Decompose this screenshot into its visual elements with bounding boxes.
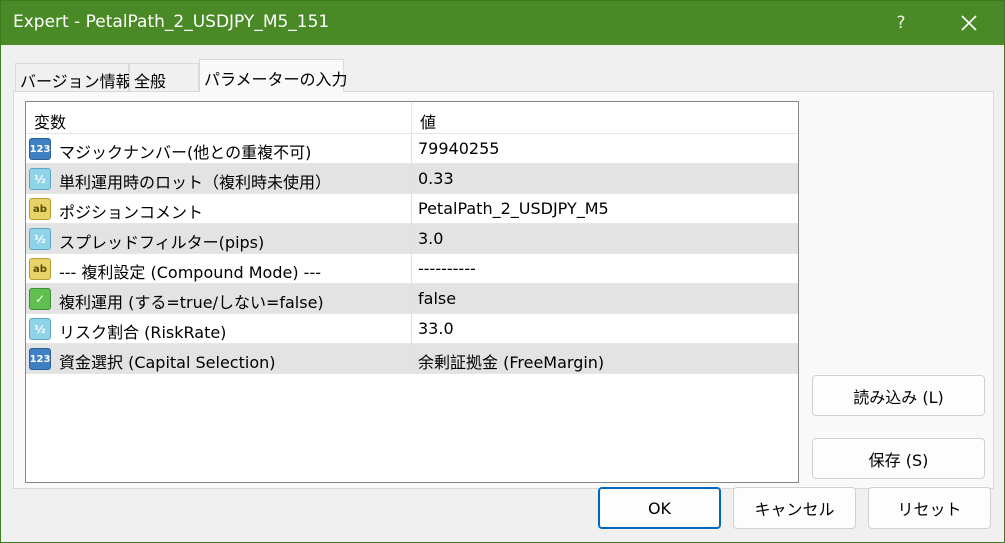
help-button[interactable]: ?	[881, 1, 921, 45]
parameter-value[interactable]: 79940255	[418, 139, 499, 158]
parameter-name: 複利運用 (する=true/しない=false)	[59, 293, 324, 312]
column-divider	[411, 164, 412, 194]
expert-dialog: Expert - PetalPath_2_USDJPY_M5_151 ? バージ…	[0, 0, 1005, 543]
close-icon	[961, 15, 977, 31]
column-divider	[411, 284, 412, 314]
table-row[interactable]: ½ リスク割合 (RiskRate) 33.0	[26, 314, 798, 344]
close-button[interactable]	[947, 1, 991, 45]
table-row[interactable]: 123 マジックナンバー(他との重複不可) 79940255	[26, 134, 798, 164]
string-type-icon: ab	[29, 198, 51, 220]
parameter-value[interactable]: 余剰証拠金 (FreeMargin)	[418, 349, 604, 373]
tab-general[interactable]: 全般	[129, 63, 199, 91]
save-button[interactable]: 保存 (S)	[812, 438, 985, 479]
column-divider	[411, 254, 412, 284]
parameter-name: 資金選択 (Capital Selection)	[59, 353, 276, 372]
window-title: Expert - PetalPath_2_USDJPY_M5_151	[13, 12, 330, 32]
column-divider	[411, 134, 412, 164]
table-row[interactable]: ab --- 複利設定 (Compound Mode) --- --------…	[26, 254, 798, 284]
parameter-value[interactable]: PetalPath_2_USDJPY_M5	[418, 199, 609, 218]
parameter-name: スプレッドフィルター(pips)	[59, 233, 265, 252]
grid-header: 変数 値	[26, 102, 798, 134]
tab-input-parameters[interactable]: パラメーターの入力	[199, 59, 348, 92]
column-divider	[411, 344, 412, 374]
header-variable[interactable]: 変数	[26, 102, 411, 134]
parameters-grid: 変数 値 123 マジックナンバー(他との重複不可) 79940255 ½ 単利…	[25, 101, 799, 483]
table-row[interactable]: ½ 単利運用時のロット（複利時未使用） 0.33	[26, 164, 798, 194]
column-divider	[411, 194, 412, 224]
title-bar[interactable]: Expert - PetalPath_2_USDJPY_M5_151 ?	[1, 1, 1004, 45]
table-row[interactable]: ab ポジションコメント PetalPath_2_USDJPY_M5	[26, 194, 798, 224]
tab-version-info[interactable]: バージョン情報	[15, 63, 132, 91]
parameter-name: --- 複利設定 (Compound Mode) ---	[59, 263, 321, 282]
parameter-value[interactable]: 0.33	[418, 169, 454, 188]
parameter-value[interactable]: false	[418, 289, 456, 308]
table-row[interactable]: ½ スプレッドフィルター(pips) 3.0	[26, 224, 798, 254]
parameter-name: 単利運用時のロット（複利時未使用）	[59, 173, 332, 192]
column-divider	[411, 314, 412, 344]
column-divider	[411, 224, 412, 254]
boolean-type-icon: ✓	[29, 288, 51, 310]
parameter-value[interactable]: 3.0	[418, 229, 443, 248]
integer-type-icon: 123	[29, 348, 51, 370]
reset-button[interactable]: リセット	[868, 487, 991, 529]
parameter-value[interactable]: ----------	[418, 259, 476, 278]
double-type-icon: ½	[29, 228, 51, 250]
double-type-icon: ½	[29, 318, 51, 340]
parameter-value[interactable]: 33.0	[418, 319, 454, 338]
parameter-name: マジックナンバー(他との重複不可)	[59, 143, 312, 162]
ok-button[interactable]: OK	[598, 487, 721, 529]
string-type-icon: ab	[29, 258, 51, 280]
table-row[interactable]: 123 資金選択 (Capital Selection) 余剰証拠金 (Free…	[26, 344, 798, 374]
header-value[interactable]: 値	[412, 102, 798, 134]
integer-type-icon: 123	[29, 138, 51, 160]
parameter-name: ポジションコメント	[59, 203, 204, 222]
cancel-button[interactable]: キャンセル	[733, 487, 856, 529]
load-button[interactable]: 読み込み (L)	[812, 375, 985, 416]
table-row[interactable]: ✓ 複利運用 (する=true/しない=false) false	[26, 284, 798, 314]
double-type-icon: ½	[29, 168, 51, 190]
parameter-name: リスク割合 (RiskRate)	[59, 323, 227, 342]
